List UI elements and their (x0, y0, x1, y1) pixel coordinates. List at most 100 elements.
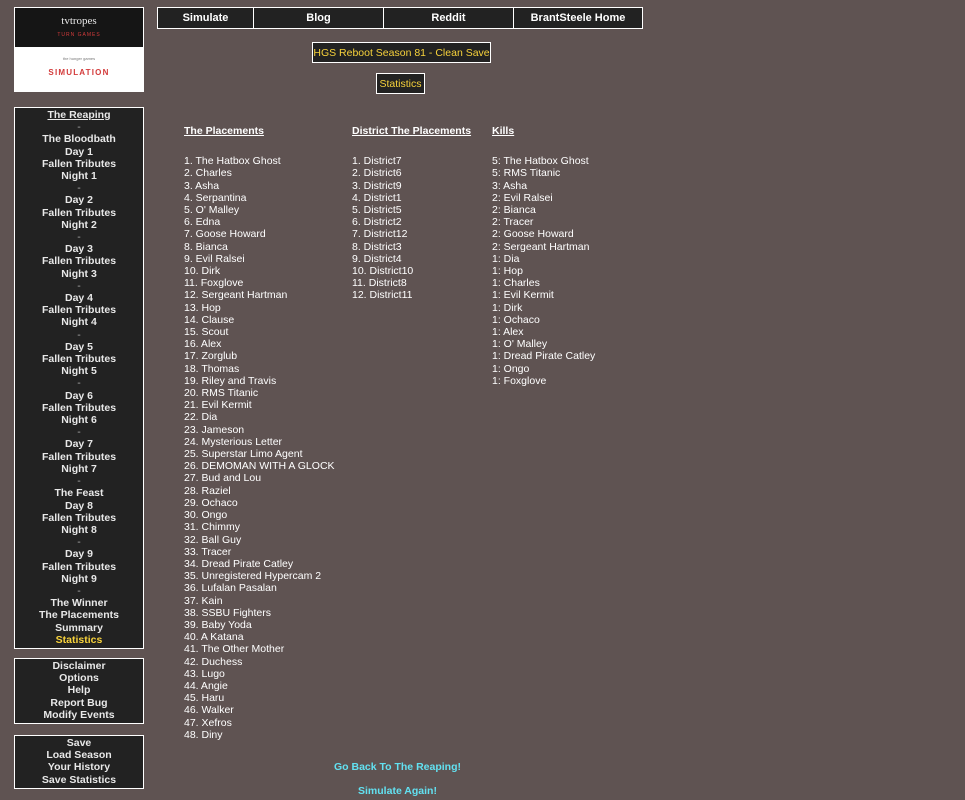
sidebar-item-day-7[interactable]: Day 7 (15, 438, 143, 450)
placement-row: 36. Lufalan Pasalan (184, 582, 277, 595)
sidebar-item-load-season[interactable]: Load Season (15, 749, 143, 761)
sidebar-item-night-3[interactable]: Night 3 (15, 268, 143, 280)
placement-row: 32. Ball Guy (184, 533, 242, 546)
placement-row: 34. Dread Pirate Catley (184, 557, 294, 570)
go-back-to-reaping-link[interactable]: Go Back To The Reaping! (300, 761, 495, 773)
kills-row: 1: Dirk (492, 301, 523, 314)
placement-row: 11. Foxglove (184, 277, 244, 290)
top-navigation: Simulate Blog Reddit BrantSteele Home (157, 7, 643, 29)
kills-row: 2: Sergeant Hartman (492, 240, 590, 253)
tvtropes-logo-text: tvtropes (61, 15, 97, 27)
sidebar-item-save[interactable]: Save (15, 737, 143, 749)
page-title: Statistics (376, 73, 425, 94)
sidebar-item-disclaimer[interactable]: Disclaimer (15, 660, 143, 672)
placement-row: 3. Asha (184, 179, 220, 192)
sidebar-separator: - (77, 121, 81, 134)
district-placement-row: 12. District11 (352, 289, 413, 302)
kills-heading: Kills (492, 125, 515, 137)
sidebar-item-the-reaping[interactable]: The Reaping (15, 109, 143, 121)
sidebar-item-statistics[interactable]: Statistics (15, 634, 143, 646)
sidebar-item-options[interactable]: Options (15, 672, 143, 684)
placement-row: 44. Angie (184, 679, 228, 692)
district-placement-row: 3. District9 (352, 179, 402, 192)
district-placement-row: 7. District12 (352, 228, 408, 241)
sidebar-item-fallen-tributes[interactable]: Fallen Tributes (15, 561, 143, 573)
nav-reddit-button[interactable]: Reddit (383, 7, 514, 29)
district-placement-row: 5. District5 (352, 204, 402, 217)
district-placement-row: 2. District6 (352, 167, 402, 180)
sidebar-item-night-6[interactable]: Night 6 (15, 414, 143, 426)
placement-row: 45. Haru (184, 692, 225, 705)
placement-row: 6. Edna (184, 216, 221, 229)
simulation-logo-text: SIMULATION (48, 68, 110, 77)
placement-row: 20. RMS Titanic (184, 387, 259, 400)
sidebar-item-night-9[interactable]: Night 9 (15, 573, 143, 585)
sidebar-item-the-placements[interactable]: The Placements (15, 609, 143, 621)
sidebar-item-day-5[interactable]: Day 5 (15, 341, 143, 353)
sidebar-item-the-feast[interactable]: The Feast (15, 487, 143, 499)
sidebar-item-day-6[interactable]: Day 6 (15, 390, 143, 402)
sidebar-item-fallen-tributes[interactable]: Fallen Tributes (15, 353, 143, 365)
placement-row: 27. Bud and Lou (184, 472, 262, 485)
sidebar-item-night-1[interactable]: Night 1 (15, 170, 143, 182)
sidebar-item-night-7[interactable]: Night 7 (15, 463, 143, 475)
sidebar-item-day-9[interactable]: Day 9 (15, 548, 143, 560)
sidebar-item-the-winner[interactable]: The Winner (15, 597, 143, 609)
placement-row: 30. Ongo (184, 509, 228, 522)
tvtropes-logo-subtext: TURN GAMES (57, 32, 101, 38)
placement-row: 2. Charles (184, 167, 232, 180)
placement-row: 22. Dia (184, 411, 218, 424)
sidebar-item-fallen-tributes[interactable]: Fallen Tributes (15, 451, 143, 463)
nav-brantsteele-home-button[interactable]: BrantSteele Home (513, 7, 643, 29)
district-placements-heading: District The Placements (352, 125, 472, 137)
placement-row: 28. Raziel (184, 484, 231, 497)
placements-column: The Placements 1. The Hatbox Ghost 2. Cha… (184, 125, 335, 741)
placement-row: 4. Serpantina (184, 191, 247, 204)
sidebar-item-day-2[interactable]: Day 2 (15, 194, 143, 206)
sidebar-item-fallen-tributes[interactable]: Fallen Tributes (15, 158, 143, 170)
kills-row: 2: Goose Howard (492, 228, 574, 241)
sidebar-item-fallen-tributes[interactable]: Fallen Tributes (15, 207, 143, 219)
nav-blog-button[interactable]: Blog (253, 7, 384, 29)
placement-row: 48. Diny (184, 728, 223, 741)
placement-row: 8. Bianca (184, 240, 228, 253)
sidebar-separator: - (77, 231, 81, 244)
sidebar-item-fallen-tributes[interactable]: Fallen Tributes (15, 304, 143, 316)
kills-row: 1: Ongo (492, 362, 530, 375)
sidebar-item-night-8[interactable]: Night 8 (15, 524, 143, 536)
district-placement-row: 1. District7 (352, 155, 402, 168)
sidebar-item-night-2[interactable]: Night 2 (15, 219, 143, 231)
simulate-again-link[interactable]: Simulate Again! (300, 785, 495, 797)
sidebar-separator: - (77, 377, 81, 390)
placement-row: 12. Sergeant Hartman (184, 289, 288, 302)
sidebar-misc-menu: Disclaimer Options Help Report Bug Modify Ev… (14, 658, 144, 725)
sidebar-separator: - (77, 426, 81, 439)
sidebar-item-fallen-tributes[interactable]: Fallen Tributes (15, 512, 143, 524)
kills-row: 1: Evil Kermit (492, 289, 554, 302)
sidebar-item-night-5[interactable]: Night 5 (15, 365, 143, 377)
placement-row: 40. A Katana (184, 631, 244, 644)
kills-row: 2: Evil Ralsei (492, 191, 553, 204)
sidebar-item-report-bug[interactable]: Report Bug (15, 697, 143, 709)
sidebar-item-fallen-tributes[interactable]: Fallen Tributes (15, 402, 143, 414)
sidebar-item-the-bloodbath[interactable]: The Bloodbath (15, 133, 143, 145)
kills-row: 1: Ochaco (492, 313, 540, 326)
placements-heading: The Placements (184, 125, 264, 137)
sidebar-item-night-4[interactable]: Night 4 (15, 316, 143, 328)
sidebar-item-save-statistics[interactable]: Save Statistics (15, 774, 143, 786)
nav-simulate-button[interactable]: Simulate (157, 7, 254, 29)
sidebar-item-your-history[interactable]: Your History (15, 761, 143, 773)
sidebar-item-day-4[interactable]: Day 4 (15, 292, 143, 304)
sidebar-item-day-1[interactable]: Day 1 (15, 146, 143, 158)
sidebar-item-help[interactable]: Help (15, 684, 143, 696)
placement-row: 31. Chimmy (184, 521, 241, 534)
sidebar-item-fallen-tributes[interactable]: Fallen Tributes (15, 255, 143, 267)
kills-row: 1: Dia (492, 252, 520, 265)
sidebar-item-day-8[interactable]: Day 8 (15, 500, 143, 512)
sidebar-item-modify-events[interactable]: Modify Events (15, 709, 143, 721)
kills-row: 5: The Hatbox Ghost (492, 155, 589, 168)
sidebar-item-summary[interactable]: Summary (15, 622, 143, 634)
site-logo[interactable]: tvtropes TURN GAMES the hunger games SIM… (14, 7, 144, 92)
sidebar-item-day-3[interactable]: Day 3 (15, 243, 143, 255)
district-placement-row: 11. District8 (352, 277, 407, 290)
